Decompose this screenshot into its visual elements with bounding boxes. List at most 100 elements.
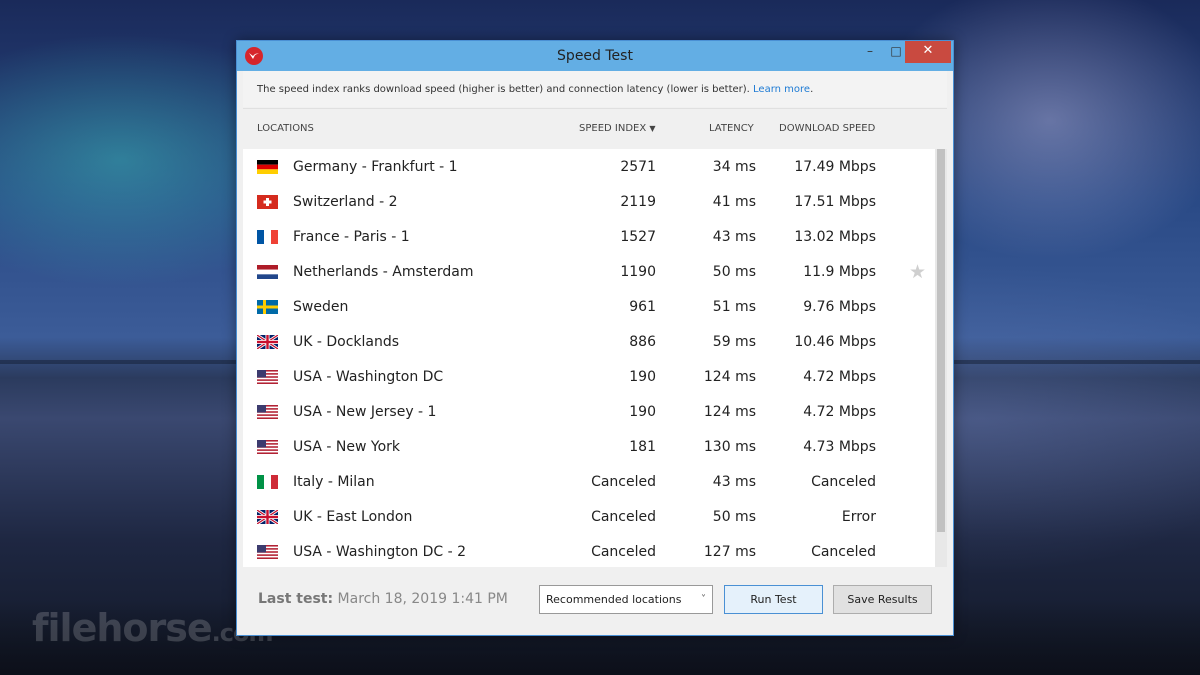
location-name: Switzerland - 2 [293, 194, 398, 210]
download-speed-value: 4.72 Mbps [803, 404, 876, 420]
location-name: USA - Washington DC - 2 [293, 544, 467, 560]
latency-value: 130 ms [703, 439, 756, 455]
download-speed-value: 4.73 Mbps [803, 439, 876, 455]
speed-index-value: 190 [629, 404, 656, 420]
location-name: Netherlands - Amsterdam [293, 264, 474, 280]
speed-index-value: Canceled [591, 544, 656, 560]
speed-index-value: 190 [629, 369, 656, 385]
table-row[interactable]: Netherlands - Amsterdam 1190 50 ms 11.9 Mbp… [243, 255, 935, 290]
latency-value: 124 ms [703, 404, 756, 420]
location-name: UK - Docklands [293, 334, 400, 350]
location-name: Sweden [293, 299, 349, 315]
location-name: UK - East London [293, 509, 413, 525]
column-latency[interactable]: LATENCY [709, 123, 754, 134]
speed-test-window: Speed Test – □ ✕ The speed index ranks d… [236, 40, 954, 636]
location-name: Germany - Frankfurt - 1 [293, 159, 458, 175]
results-list: Germany - Frankfurt - 1 2571 34 ms 17.49 Mb… [243, 149, 935, 567]
usa-flag-icon [257, 370, 278, 384]
usa-flag-icon [257, 440, 278, 454]
column-locations[interactable]: LOCATIONS [257, 123, 314, 134]
germany-flag-icon [257, 160, 278, 174]
last-test-info: Last test: March 18, 2019 1:41 PM [258, 591, 508, 607]
location-name: USA - Washington DC [293, 369, 444, 385]
latency-value: 43 ms [712, 229, 756, 245]
speed-index-value: 1527 [620, 229, 656, 245]
learn-more-link[interactable]: Learn more [753, 84, 810, 95]
speed-index-value: Canceled [591, 509, 656, 525]
vertical-scrollbar[interactable] [935, 149, 947, 567]
sweden-flag-icon [257, 300, 278, 314]
latency-value: 34 ms [712, 159, 756, 175]
france-flag-icon [257, 230, 278, 244]
location-select-value: Recommended locations [546, 593, 682, 606]
latency-value: 41 ms [712, 194, 756, 210]
sort-descending-icon: ▼ [649, 124, 656, 133]
download-speed-value: 17.49 Mbps [794, 159, 876, 175]
speed-index-value: 2571 [620, 159, 656, 175]
speed-index-value: 1190 [620, 264, 656, 280]
info-period: . [810, 84, 814, 95]
download-speed-value: Canceled [811, 474, 876, 490]
last-test-label: Last test: [258, 591, 334, 607]
latency-value: 124 ms [703, 369, 756, 385]
column-speed-index[interactable]: SPEED INDEX ▼ [579, 123, 671, 134]
netherlands-flag-icon [257, 265, 278, 279]
download-speed-value: 17.51 Mbps [794, 194, 876, 210]
table-row[interactable]: Switzerland - 2 2119 41 ms 17.51 Mbps [243, 185, 935, 220]
download-speed-value: 11.9 Mbps [803, 264, 876, 280]
download-speed-value: 10.46 Mbps [794, 334, 876, 350]
table-row[interactable]: Germany - Frankfurt - 1 2571 34 ms 17.49 Mb… [243, 150, 935, 185]
switzerland-flag-icon [257, 195, 278, 209]
table-row[interactable]: UK - Docklands 886 59 ms 10.46 Mbps [243, 325, 935, 360]
speed-index-value: 961 [629, 299, 656, 315]
speed-index-value: 886 [629, 334, 656, 350]
uk-flag-icon [256, 508, 279, 526]
download-speed-value: 9.76 Mbps [803, 299, 876, 315]
latency-value: 43 ms [712, 474, 756, 490]
table-row[interactable]: USA - New York 181 130 ms 4.73 Mbps [243, 430, 935, 465]
table-row[interactable]: USA - Washington DC 190 124 ms 4.72 Mbps [243, 360, 935, 395]
scrollbar-thumb[interactable] [937, 149, 945, 532]
uk-flag-icon [256, 333, 279, 351]
latency-value: 50 ms [712, 264, 756, 280]
table-row[interactable]: France - Paris - 1 1527 43 ms 13.02 Mbps [243, 220, 935, 255]
location-name: USA - New York [293, 439, 401, 455]
speed-index-value: Canceled [591, 474, 656, 490]
table-row[interactable]: USA - New Jersey - 1 190 124 ms 4.72 Mbps [243, 395, 935, 430]
close-button[interactable]: ✕ [905, 41, 951, 63]
column-download-speed[interactable]: DOWNLOAD SPEED [779, 123, 875, 134]
download-speed-value: 13.02 Mbps [794, 229, 876, 245]
window-title: Speed Test [557, 48, 633, 64]
info-bar: The speed index ranks download speed (hi… [243, 71, 947, 107]
table-row[interactable]: Italy - Milan Canceled 43 ms Canceled [243, 465, 935, 500]
latency-value: 50 ms [712, 509, 756, 525]
download-speed-value: 4.72 Mbps [803, 369, 876, 385]
speed-index-value: 181 [629, 439, 656, 455]
download-speed-value: Error [841, 509, 876, 525]
italy-flag-icon [257, 475, 278, 489]
last-test-value: March 18, 2019 1:41 PM [337, 591, 508, 607]
location-name: France - Paris - 1 [293, 229, 410, 245]
footer-bar: Last test: March 18, 2019 1:41 PM Recomm… [243, 567, 947, 631]
minimize-button[interactable]: – [857, 41, 883, 63]
speed-index-value: 2119 [620, 194, 656, 210]
location-select[interactable]: Recommended locations ˅ [539, 585, 713, 614]
save-results-button[interactable]: Save Results [833, 585, 932, 614]
run-test-button[interactable]: Run Test [724, 585, 823, 614]
download-speed-value: Canceled [811, 544, 876, 560]
title-bar[interactable]: Speed Test – □ ✕ [237, 41, 953, 71]
info-text: The speed index ranks download speed (hi… [257, 84, 750, 95]
column-header: LOCATIONS SPEED INDEX ▼ LATENCY DOWNLOAD… [243, 109, 947, 149]
table-row[interactable]: Sweden 961 51 ms 9.76 Mbps [243, 290, 935, 325]
table-row[interactable]: UK - East London Canceled 50 ms Error [243, 500, 935, 535]
usa-flag-icon [257, 405, 278, 419]
table-row[interactable]: USA - Washington DC - 2 Canceled 127 ms Can… [243, 535, 935, 567]
favorite-star-icon[interactable]: ★ [909, 261, 926, 283]
column-speed-index-label: SPEED INDEX [579, 123, 647, 134]
location-name: USA - New Jersey - 1 [293, 404, 437, 420]
chevron-down-icon: ˅ [701, 594, 706, 605]
location-name: Italy - Milan [293, 474, 375, 490]
latency-value: 51 ms [712, 299, 756, 315]
usa-flag-icon [257, 545, 278, 559]
latency-value: 59 ms [712, 334, 756, 350]
